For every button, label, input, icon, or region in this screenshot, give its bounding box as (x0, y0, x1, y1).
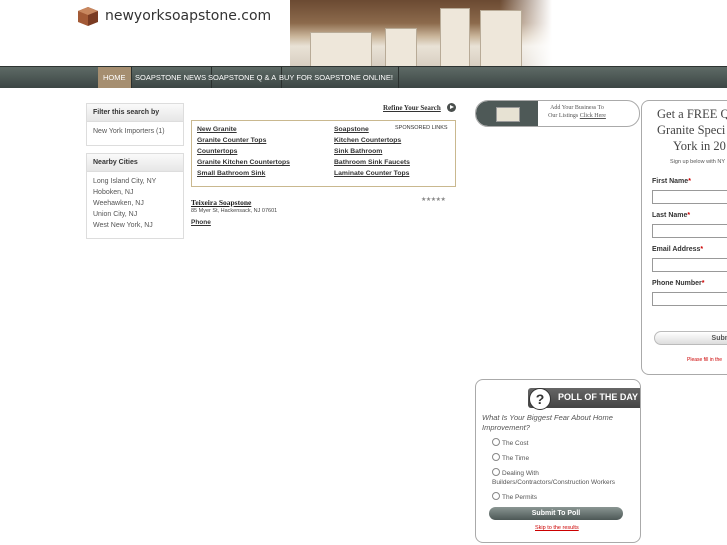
nav-buy-soapstone[interactable]: BUY FOR SOAPSTONE ONLINE! (274, 67, 399, 88)
quote-title: Get a FREE Q Granite Speci York in 20 (656, 106, 727, 154)
quote-title-line: Granite Speci (657, 123, 726, 137)
last-name-label: Last Name* (652, 212, 691, 219)
add-business-text: Add Your Business To Our Listings Click … (542, 104, 612, 120)
nearby-cities-title: Nearby Cities (87, 154, 183, 172)
poll-option[interactable]: The Time (492, 453, 632, 463)
quote-title-line: Get a FREE Q (657, 107, 727, 121)
filter-title: Filter this search by (87, 104, 183, 122)
filter-item[interactable]: New York Importers (1) (87, 122, 183, 137)
add-business-line1: Add Your Business To (550, 105, 604, 111)
poll-box: ? POLL OF THE DAY What Is Your Biggest F… (475, 379, 641, 543)
radio-button[interactable] (492, 492, 500, 500)
radio-button[interactable] (492, 468, 500, 476)
ad-link[interactable]: Sink Bathroom (334, 148, 382, 155)
ad-link[interactable]: Countertops (197, 148, 237, 155)
envelope-badge (476, 101, 538, 126)
listing-phone-link[interactable]: Phone (191, 219, 211, 226)
city-link[interactable]: Weehawken, NJ (87, 198, 183, 209)
arrow-right-icon[interactable] (447, 103, 456, 112)
refine-search-link[interactable]: Refine Your Search (383, 104, 441, 112)
first-name-input[interactable] (652, 190, 727, 204)
click-here-link[interactable]: Click Here (580, 113, 606, 119)
ad-link[interactable]: Granite Counter Tops (197, 137, 266, 144)
listing-name-link[interactable]: Teixeira Soapstone (191, 198, 251, 207)
logo-icon[interactable] (78, 7, 98, 26)
ad-link[interactable]: Laminate Counter Tops (334, 170, 409, 177)
nearby-cities-box: Nearby Cities Long Island City, NY Hobok… (86, 153, 184, 239)
ad-link[interactable]: Granite Kitchen Countertops (197, 159, 290, 166)
ad-link[interactable]: New Granite (197, 126, 237, 133)
last-name-input[interactable] (652, 224, 727, 238)
email-input[interactable] (652, 258, 727, 272)
ad-link[interactable]: Small Bathroom Sink (197, 170, 265, 177)
listing-address: 85 Myer St, Hackensack, NJ 07601 (191, 208, 278, 214)
nav-home[interactable]: HOME (98, 67, 132, 88)
quote-subtitle: Sign up below with NY (670, 159, 726, 165)
quote-title-line: York in 20 (673, 139, 726, 153)
envelope-icon (496, 107, 520, 122)
question-icon: ? (529, 388, 551, 410)
city-link[interactable]: Long Island City, NY (87, 172, 183, 187)
add-business-line2: Our Listings (548, 113, 579, 119)
poll-option[interactable]: The Permits (492, 492, 632, 502)
ad-link[interactable]: Kitchen Countertops (334, 137, 401, 144)
phone-input[interactable] (652, 292, 727, 306)
required-fields-note: Please fill in the (687, 357, 723, 363)
ad-link[interactable]: Bathroom Sink Faucets (334, 159, 410, 166)
site-name[interactable]: newyorksoapstone.com (105, 8, 271, 24)
kitchen-banner-image (290, 0, 552, 66)
city-link[interactable]: Union City, NJ (87, 209, 183, 220)
submit-quote-button[interactable]: Subm (654, 331, 727, 345)
ad-link[interactable]: Soapstone (334, 126, 369, 133)
nav-soapstone-news[interactable]: SOAPSTONE NEWS (130, 67, 213, 88)
radio-button[interactable] (492, 453, 500, 461)
filter-box: Filter this search by New York Importers… (86, 103, 184, 146)
nav-soapstone-qa[interactable]: SOAPSTONE Q & A (203, 67, 283, 88)
first-name-label: First Name* (652, 178, 691, 185)
poll-option[interactable]: The Cost (492, 438, 632, 448)
main-nav: HOME SOAPSTONE NEWS SOAPSTONE Q & A BUY … (0, 66, 727, 88)
city-link[interactable]: West New York, NJ (87, 220, 183, 231)
rating-stars: ★★★★★ (421, 197, 446, 203)
poll-question: What Is Your Biggest Fear About Home Imp… (482, 413, 613, 432)
radio-button[interactable] (492, 438, 500, 446)
poll-title: POLL OF THE DAY (558, 392, 639, 402)
skip-to-results-link[interactable]: Skip to the results (535, 525, 579, 531)
email-label: Email Address* (652, 246, 704, 253)
poll-option[interactable]: Dealing With Builders/Contractors/Constr… (492, 468, 632, 487)
free-quote-form: Get a FREE Q Granite Speci York in 20 Si… (641, 100, 727, 375)
phone-label: Phone Number* (652, 280, 705, 287)
sponsored-label: SPONSORED LINKS (395, 125, 448, 131)
city-link[interactable]: Hoboken, NJ (87, 187, 183, 198)
add-business-banner[interactable]: Add Your Business To Our Listings Click … (475, 100, 640, 127)
submit-poll-button[interactable]: Submit To Poll (489, 507, 623, 520)
